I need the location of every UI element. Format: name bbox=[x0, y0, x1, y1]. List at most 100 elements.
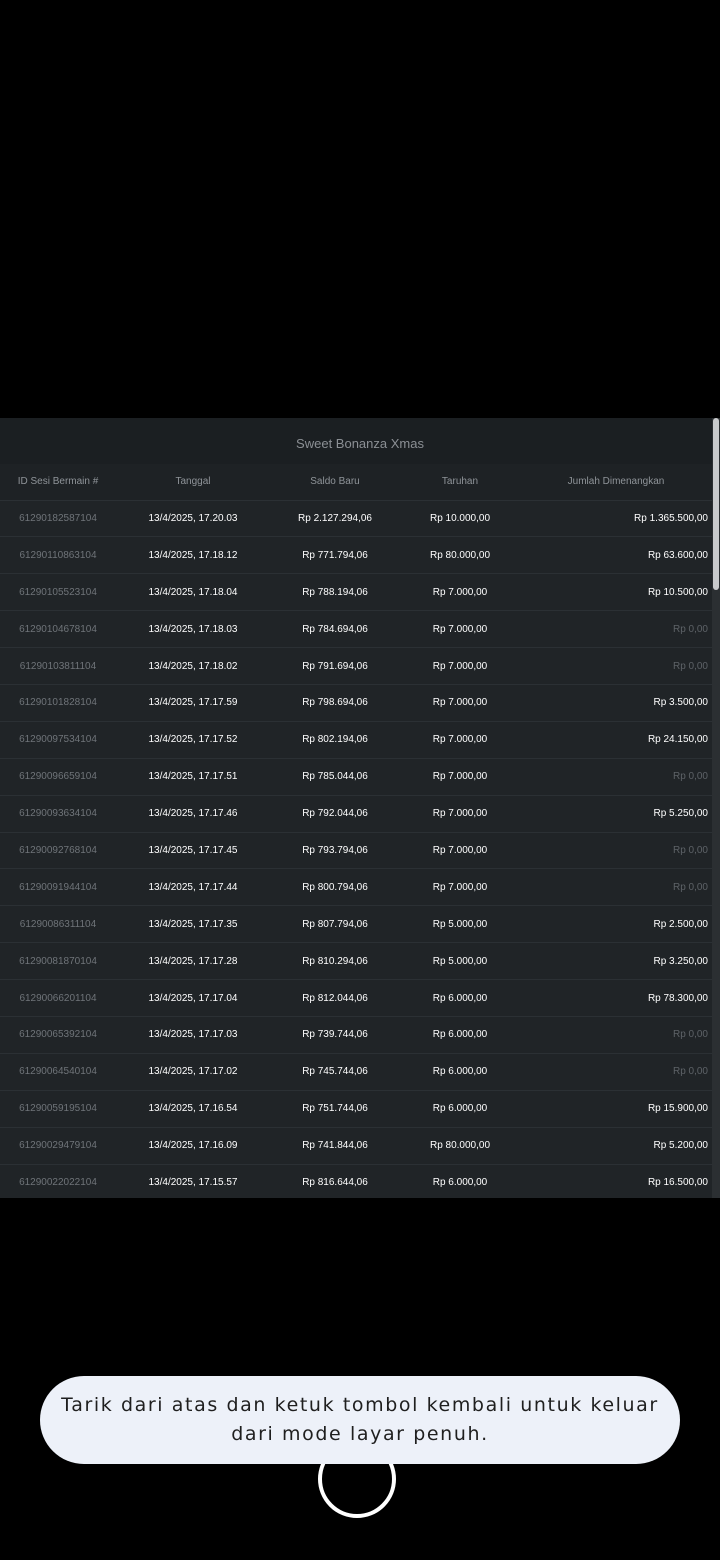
session-id-cell: 61290101828104 bbox=[19, 697, 97, 709]
date-cell: 13/4/2025, 17.17.44 bbox=[148, 881, 238, 893]
session-id-cell: 61290022022104 bbox=[19, 1177, 97, 1189]
table-row[interactable]: 61290110863104 13/4/2025, 17.18.12 Rp 771.… bbox=[0, 536, 712, 574]
table-row[interactable]: 61290101828104 13/4/2025, 17.17.59 Rp 798.… bbox=[0, 684, 712, 721]
table-row[interactable]: 61290081870104 13/4/2025, 17.17.28 Rp 810.… bbox=[0, 942, 712, 980]
table-row[interactable]: 61290086311104 13/4/2025, 17.17.35 Rp 807.… bbox=[0, 905, 712, 943]
table-row[interactable]: 61290096659104 13/4/2025, 17.17.51 Rp 785.… bbox=[0, 758, 712, 795]
bet-cell: Rp 7.000,00 bbox=[432, 844, 488, 856]
table-row[interactable]: 61290092768104 13/4/2025, 17.17.45 Rp 793.… bbox=[0, 832, 712, 869]
win-amount-cell: Rp 0,00 bbox=[672, 771, 708, 783]
date-cell: 13/4/2025, 17.18.03 bbox=[148, 623, 238, 635]
history-panel: Sweet Bonanza Xmas ID Sesi Bermain # Tan… bbox=[0, 418, 720, 1198]
date-cell: 13/4/2025, 17.17.35 bbox=[148, 918, 238, 930]
table-row[interactable]: 61290066201104 13/4/2025, 17.17.04 Rp 812.… bbox=[0, 979, 712, 1017]
table-row[interactable]: 61290182587104 13/4/2025, 17.20.03 Rp 2.12… bbox=[0, 500, 712, 537]
bet-cell: Rp 80.000,00 bbox=[429, 549, 491, 561]
date-cell: 13/4/2025, 17.17.52 bbox=[148, 734, 238, 746]
bet-cell: Rp 6.000,00 bbox=[432, 1066, 488, 1078]
session-id-cell: 61290065392104 bbox=[19, 1029, 97, 1041]
new-balance-cell: Rp 793.794,06 bbox=[302, 844, 368, 856]
win-amount-cell: Rp 0,00 bbox=[672, 1066, 708, 1078]
header-session-id: ID Sesi Bermain # bbox=[17, 476, 99, 488]
new-balance-cell: Rp 788.194,06 bbox=[302, 586, 368, 598]
win-amount-cell: Rp 3.500,00 bbox=[653, 697, 709, 709]
bet-cell: Rp 10.000,00 bbox=[429, 512, 491, 524]
date-cell: 13/4/2025, 17.16.09 bbox=[148, 1140, 238, 1152]
bet-cell: Rp 7.000,00 bbox=[432, 734, 488, 746]
bet-cell: Rp 6.000,00 bbox=[432, 1103, 488, 1115]
win-amount-cell: Rp 16.500,00 bbox=[647, 1177, 708, 1189]
new-balance-cell: Rp 802.194,06 bbox=[302, 734, 368, 746]
new-balance-cell: Rp 745.744,06 bbox=[302, 1066, 368, 1078]
session-id-cell: 61290064540104 bbox=[19, 1066, 97, 1078]
bet-cell: Rp 7.000,00 bbox=[432, 808, 488, 820]
win-amount-cell: Rp 5.200,00 bbox=[653, 1140, 709, 1152]
bet-cell: Rp 5.000,00 bbox=[432, 918, 488, 930]
session-id-cell: 61290097534104 bbox=[19, 734, 97, 746]
date-cell: 13/4/2025, 17.17.28 bbox=[148, 955, 238, 967]
session-id-cell: 61290029479104 bbox=[19, 1140, 97, 1152]
win-amount-cell: Rp 63.600,00 bbox=[647, 549, 708, 561]
new-balance-cell: Rp 741.844,06 bbox=[302, 1140, 368, 1152]
new-balance-cell: Rp 771.794,06 bbox=[302, 549, 368, 561]
new-balance-cell: Rp 812.044,06 bbox=[302, 992, 368, 1004]
date-cell: 13/4/2025, 17.16.54 bbox=[148, 1103, 238, 1115]
session-id-cell: 61290066201104 bbox=[19, 992, 97, 1004]
date-cell: 13/4/2025, 17.15.57 bbox=[148, 1177, 238, 1189]
date-cell: 13/4/2025, 17.18.02 bbox=[148, 660, 238, 672]
session-id-cell: 61290081870104 bbox=[19, 955, 97, 967]
win-amount-cell: Rp 0,00 bbox=[672, 1029, 708, 1041]
win-amount-cell: Rp 1.365.500,00 bbox=[634, 512, 708, 524]
date-cell: 13/4/2025, 17.18.04 bbox=[148, 586, 238, 598]
date-cell: 13/4/2025, 17.17.03 bbox=[148, 1029, 238, 1041]
session-id-cell: 61290096659104 bbox=[19, 771, 97, 783]
table-row[interactable]: 61290059195104 13/4/2025, 17.16.54 Rp 751.… bbox=[0, 1090, 712, 1127]
new-balance-cell: Rp 798.694,06 bbox=[302, 697, 368, 709]
new-balance-cell: Rp 792.044,06 bbox=[302, 808, 368, 820]
new-balance-cell: Rp 816.644,06 bbox=[302, 1177, 368, 1189]
session-id-cell: 61290059195104 bbox=[19, 1103, 97, 1115]
win-amount-cell: Rp 2.500,00 bbox=[653, 918, 709, 930]
scrollbar-thumb[interactable] bbox=[713, 418, 719, 590]
bet-cell: Rp 7.000,00 bbox=[432, 586, 488, 598]
header-date: Tanggal bbox=[175, 476, 211, 488]
date-cell: 13/4/2025, 17.17.04 bbox=[148, 992, 238, 1004]
session-id-cell: 61290086311104 bbox=[19, 918, 97, 930]
session-id-cell: 61290091944104 bbox=[19, 881, 97, 893]
new-balance-cell: Rp 807.794,06 bbox=[302, 918, 368, 930]
bet-cell: Rp 6.000,00 bbox=[432, 1029, 488, 1041]
table-row[interactable]: 61290103811104 13/4/2025, 17.18.02 Rp 791.… bbox=[0, 647, 712, 685]
table-row[interactable]: 61290091944104 13/4/2025, 17.17.44 Rp 800.… bbox=[0, 868, 712, 906]
toast-line-1: Tarik dari atas dan ketuk tombol kembali… bbox=[61, 1394, 659, 1416]
date-cell: 13/4/2025, 17.20.03 bbox=[148, 512, 238, 524]
table-row[interactable]: 61290097534104 13/4/2025, 17.17.52 Rp 802.… bbox=[0, 721, 712, 758]
win-amount-cell: Rp 0,00 bbox=[672, 881, 708, 893]
table-row[interactable]: 61290029479104 13/4/2025, 17.16.09 Rp 741.… bbox=[0, 1127, 712, 1164]
win-amount-cell: Rp 3.250,00 bbox=[653, 955, 709, 967]
table-header-row: ID Sesi Bermain # Tanggal Saldo Baru Tar… bbox=[0, 464, 712, 500]
scrollbar-track[interactable] bbox=[712, 418, 720, 1198]
table-row[interactable]: 61290105523104 13/4/2025, 17.18.04 Rp 788.… bbox=[0, 573, 712, 611]
bet-cell: Rp 7.000,00 bbox=[432, 697, 488, 709]
table-row[interactable]: 61290104678104 13/4/2025, 17.18.03 Rp 784.… bbox=[0, 610, 712, 648]
table-row[interactable]: 61290065392104 13/4/2025, 17.17.03 Rp 739.… bbox=[0, 1016, 712, 1053]
table-row[interactable]: 61290093634104 13/4/2025, 17.17.46 Rp 792.… bbox=[0, 795, 712, 832]
new-balance-cell: Rp 784.694,06 bbox=[302, 623, 368, 635]
table-row[interactable]: 61290022022104 13/4/2025, 17.15.57 Rp 816.… bbox=[0, 1164, 712, 1201]
history-table: ID Sesi Bermain # Tanggal Saldo Baru Tar… bbox=[0, 464, 712, 1201]
win-amount-cell: Rp 24.150,00 bbox=[647, 734, 708, 746]
bet-cell: Rp 7.000,00 bbox=[432, 623, 488, 635]
date-cell: 13/4/2025, 17.17.59 bbox=[148, 697, 238, 709]
date-cell: 13/4/2025, 17.18.12 bbox=[148, 549, 238, 561]
win-amount-cell: Rp 0,00 bbox=[672, 623, 708, 635]
date-cell: 13/4/2025, 17.17.46 bbox=[148, 808, 238, 820]
table-row[interactable]: 61290064540104 13/4/2025, 17.17.02 Rp 745.… bbox=[0, 1053, 712, 1090]
win-amount-cell: Rp 5.250,00 bbox=[653, 808, 709, 820]
session-id-cell: 61290104678104 bbox=[19, 623, 97, 635]
new-balance-cell: Rp 785.044,06 bbox=[302, 771, 368, 783]
win-amount-cell: Rp 15.900,00 bbox=[647, 1103, 708, 1115]
session-id-cell: 61290092768104 bbox=[19, 844, 97, 856]
bet-cell: Rp 7.000,00 bbox=[432, 660, 488, 672]
new-balance-cell: Rp 751.744,06 bbox=[302, 1103, 368, 1115]
header-bet: Taruhan bbox=[441, 476, 479, 488]
